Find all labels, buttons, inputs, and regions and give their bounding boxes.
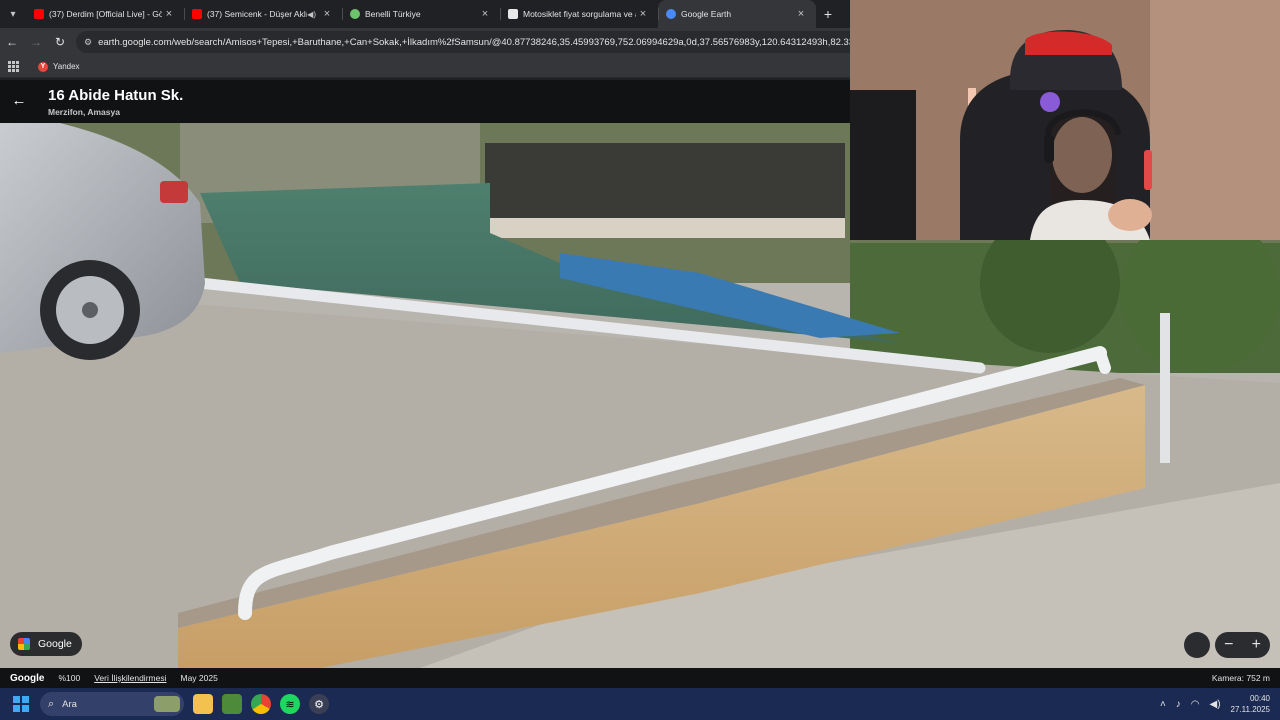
tab-motosiklet[interactable]: Motosiklet fiyat sorgulama ve a × — [500, 0, 658, 28]
tab-benelli[interactable]: Benelli Türkiye × — [342, 0, 500, 28]
place-title: 16 Abide Hatun Sk. — [48, 87, 184, 104]
camera-altitude: Kamera: 752 m — [1211, 673, 1270, 683]
clock[interactable]: 00:40 27.11.2025 — [1231, 693, 1270, 715]
site-icon — [508, 9, 518, 19]
file-explorer-icon[interactable] — [193, 694, 213, 714]
tab-title: Benelli Türkiye — [365, 9, 421, 19]
bookmarks-bar: Y Yandex — [0, 56, 850, 78]
close-icon[interactable]: × — [478, 8, 492, 20]
search-highlight-icon — [154, 696, 180, 712]
tab-strip: ▾ (37) Derdim [Official Live] - Gö × (37… — [0, 0, 850, 28]
earth-status-bar: Google %100 Veri İlişkilendirmesi May 20… — [0, 668, 1280, 688]
globe-icon — [350, 9, 360, 19]
site-info-icon[interactable]: ⚙ — [84, 37, 92, 48]
close-icon[interactable]: × — [636, 8, 650, 20]
back-arrow-icon[interactable]: ← — [10, 92, 28, 109]
windows-taskbar: ⌕ Ara ≋ ⚙ ˄ ♪ ◠ ◀) 00:40 27.11.2025 — [0, 688, 1280, 720]
volume-icon[interactable]: ◀) — [1210, 699, 1221, 710]
windows-start-icon[interactable] — [13, 696, 29, 712]
screen: ▾ (37) Derdim [Official Live] - Gö × (37… — [0, 0, 1280, 720]
back-button[interactable]: ← — [0, 28, 24, 56]
webcam-image — [850, 0, 1280, 240]
wifi-icon[interactable]: ◠ — [1191, 699, 1200, 710]
tab-title: (37) Semicenk - Düşer Aklım — [207, 9, 308, 19]
bookmark-yandex[interactable]: Y Yandex — [38, 61, 80, 72]
data-attribution-link[interactable]: Veri İlişkilendirmesi — [94, 673, 166, 683]
microphone-icon[interactable]: ♪ — [1176, 699, 1181, 710]
imagery-date: May 2025 — [180, 673, 218, 683]
google-layer-label: Google — [38, 638, 72, 650]
google-layer-button[interactable]: Google — [10, 632, 82, 656]
taskbar-search-input[interactable]: ⌕ Ara — [40, 692, 184, 716]
chevron-up-icon[interactable]: ˄ — [1160, 699, 1166, 710]
bookmark-label: Yandex — [53, 62, 80, 71]
tab-youtube-derdim[interactable]: (37) Derdim [Official Live] - Gö × — [26, 0, 184, 28]
clock-time: 00:40 — [1249, 694, 1270, 703]
google-logo: Google — [10, 672, 45, 684]
apps-grid-icon[interactable] — [8, 60, 20, 73]
yandex-icon: Y — [38, 61, 48, 72]
youtube-icon — [34, 9, 44, 19]
tab-google-earth[interactable]: Google Earth × — [658, 0, 816, 28]
browser-toolbar: ← → ↻ ⚙ earth.google.com/web/search/Amis… — [0, 28, 850, 56]
google-logo-icon — [18, 638, 30, 650]
app-icon[interactable]: ⚙ — [309, 694, 329, 714]
close-icon[interactable]: × — [162, 8, 176, 20]
zoom-controls: − + — [1215, 632, 1270, 658]
search-icon: ⌕ — [48, 697, 55, 710]
minecraft-icon[interactable] — [222, 694, 242, 714]
tab-title: Google Earth — [681, 9, 732, 19]
address-bar[interactable]: ⚙ earth.google.com/web/search/Amisos+Tep… — [76, 31, 850, 53]
place-header: ← 16 Abide Hatun Sk. Merzifon, Amasya — [0, 80, 850, 123]
search-placeholder: Ara — [62, 698, 77, 710]
youtube-icon — [192, 9, 202, 19]
zoom-in-icon[interactable]: + — [1252, 636, 1261, 654]
chrome-icon[interactable] — [251, 694, 271, 714]
compass-button[interactable] — [1184, 632, 1210, 658]
tab-youtube-semicenk[interactable]: (37) Semicenk - Düşer Aklım ◀) × — [184, 0, 342, 28]
google-earth-icon — [666, 9, 676, 19]
spotify-icon[interactable]: ≋ — [280, 694, 300, 714]
reload-button[interactable]: ↻ — [48, 28, 72, 56]
place-subtitle: Merzifon, Amasya — [48, 107, 120, 117]
tab-title: Motosiklet fiyat sorgulama ve a — [523, 9, 636, 19]
close-icon[interactable]: × — [320, 8, 334, 20]
zoom-out-icon[interactable]: − — [1224, 636, 1233, 654]
speaker-icon[interactable]: ◀) — [307, 10, 316, 19]
tab-title: (37) Derdim [Official Live] - Gö — [49, 9, 162, 19]
new-tab-button[interactable]: + — [816, 6, 840, 22]
zoom-level: %100 — [58, 673, 81, 683]
url-text: earth.google.com/web/search/Amisos+Tepes… — [98, 36, 850, 48]
tab-search-button[interactable]: ▾ — [0, 0, 26, 28]
webcam-overlay — [850, 0, 1280, 240]
clock-date: 27.11.2025 — [1230, 705, 1270, 714]
system-tray: ˄ ♪ ◠ ◀) 00:40 27.11.2025 — [1160, 688, 1280, 720]
close-icon[interactable]: × — [794, 8, 808, 20]
forward-button[interactable]: → — [24, 28, 48, 56]
